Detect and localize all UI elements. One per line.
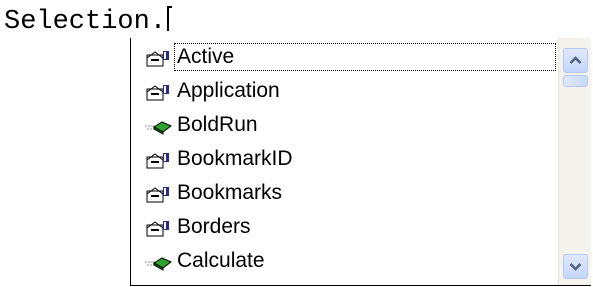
list-item-application[interactable]: Application xyxy=(131,75,559,109)
chevron-up-icon xyxy=(569,56,582,64)
list-item-bookmarkid[interactable]: BookmarkID xyxy=(131,143,559,177)
property-icon xyxy=(139,219,175,239)
list-item-boldrun[interactable]: BoldRun xyxy=(131,109,559,143)
method-icon xyxy=(139,117,175,137)
property-icon xyxy=(139,151,175,171)
autocomplete-popup[interactable]: Active Application BoldRun BookmarkID Bo xyxy=(130,38,591,286)
code-text: Selection. xyxy=(4,7,167,37)
scroll-up-button[interactable] xyxy=(563,48,588,73)
list-item-label: Borders xyxy=(177,215,251,238)
list-item-calculate[interactable]: Calculate xyxy=(131,245,559,279)
property-icon xyxy=(139,83,175,103)
list-item-label: Calculate xyxy=(177,249,265,272)
autocomplete-list[interactable]: Active Application BoldRun BookmarkID Bo xyxy=(131,38,559,285)
property-icon xyxy=(139,49,175,69)
list-item-borders[interactable]: Borders xyxy=(131,211,559,245)
list-item-active[interactable]: Active xyxy=(131,41,559,75)
text-caret xyxy=(167,6,173,31)
scroll-thumb[interactable] xyxy=(563,75,588,87)
scroll-down-button[interactable] xyxy=(563,254,588,279)
chevron-down-icon xyxy=(569,263,582,271)
list-item-label: BookmarkID xyxy=(177,147,293,170)
vertical-scrollbar[interactable] xyxy=(558,38,591,285)
list-item-bookmarks[interactable]: Bookmarks xyxy=(131,177,559,211)
list-item-label: BoldRun xyxy=(177,113,258,136)
list-item-label: Active xyxy=(174,43,556,71)
list-item-label: Bookmarks xyxy=(177,181,283,204)
list-item-label: Application xyxy=(177,79,280,102)
method-icon xyxy=(139,253,175,273)
code-line[interactable]: Selection. xyxy=(4,6,173,37)
property-icon xyxy=(139,185,175,205)
